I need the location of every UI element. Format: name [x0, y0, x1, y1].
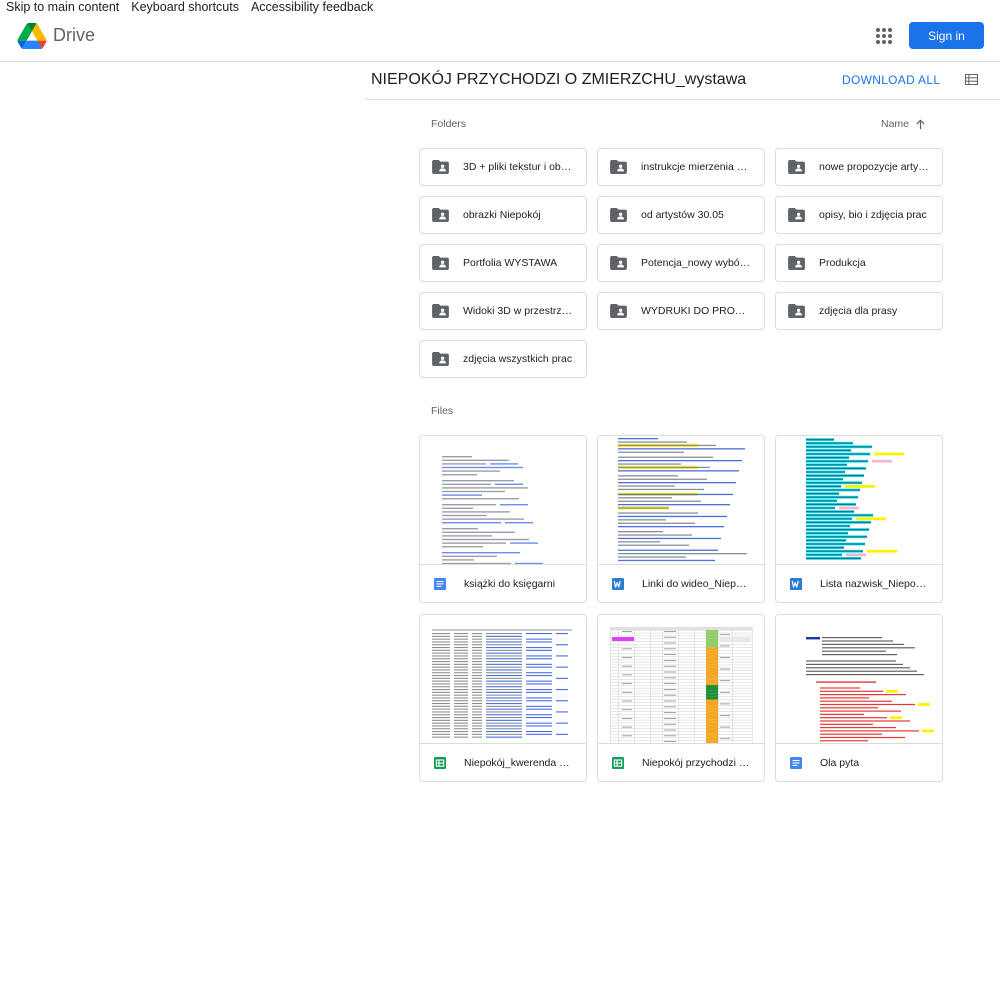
file-grid: książki do księgarni Linki do wideo_Niepo…: [419, 435, 946, 782]
folders-section-label: Folders: [431, 118, 467, 130]
file-card[interactable]: książki do księgarni: [419, 435, 587, 603]
list-view-icon[interactable]: [965, 74, 978, 85]
file-thumbnail: [598, 615, 764, 744]
folder-card[interactable]: WYDRUKI DO PRODUKCJI: [597, 292, 765, 330]
google-docs-icon: [790, 757, 802, 769]
folder-name: Potencja_nowy wybór prac: [641, 257, 752, 269]
shared-folder-icon: [432, 352, 449, 366]
word-icon: [612, 578, 624, 590]
accessibility-feedback-link[interactable]: Accessibility feedback: [251, 0, 373, 14]
folder-grid: 3D + pliki tekstur i obrazków instrukcje …: [419, 148, 946, 378]
shared-folder-icon: [788, 256, 805, 270]
skip-to-main-link[interactable]: Skip to main content: [6, 0, 119, 14]
folder-name: zdjęcia wszystkich prac: [463, 353, 573, 365]
word-icon: [790, 578, 802, 590]
file-preview-image: [618, 438, 747, 562]
file-footer: Niepokój_kwerenda 2022: [420, 744, 586, 781]
skip-links: Skip to main content Keyboard shortcuts …: [6, 0, 373, 14]
folder-name: WYDRUKI DO PRODUKCJI: [641, 305, 752, 317]
folder-name: Produkcja: [819, 257, 866, 269]
files-section-label: Files: [431, 405, 454, 417]
shared-folder-icon: [432, 304, 449, 318]
shared-folder-icon: [432, 256, 449, 270]
folder-title: NIEPOKÓJ PRZYCHODZI O ZMIERZCHU_wystawa: [371, 71, 747, 88]
sign-in-button[interactable]: Sign in: [909, 22, 984, 49]
drive-logo-icon[interactable]: [17, 23, 47, 49]
file-name: Linki do wideo_Niepokój: [642, 578, 750, 590]
folder-name: 3D + pliki tekstur i obrazków: [463, 161, 574, 173]
file-thumbnail: [776, 615, 942, 744]
file-thumbnail: [420, 436, 586, 565]
shared-folder-icon: [432, 208, 449, 222]
file-preview-image: [610, 627, 753, 743]
folder-name: Portfolia WYSTAWA: [463, 257, 558, 269]
file-name: książki do księgarni: [464, 578, 556, 590]
file-thumbnail: [598, 436, 764, 565]
folder-name: nowe propozycje artystów: [819, 161, 930, 173]
file-name: Ola pyta: [820, 757, 860, 769]
shared-folder-icon: [788, 304, 805, 318]
folder-card[interactable]: zdjęcia dla prasy: [775, 292, 943, 330]
file-card[interactable]: Linki do wideo_Niepokój: [597, 435, 765, 603]
shared-folder-icon: [610, 304, 627, 318]
folder-card[interactable]: od artystów 30.05: [597, 196, 765, 234]
google-sheets-icon: [612, 757, 624, 769]
file-footer: Ola pyta: [776, 744, 942, 781]
file-preview-image: [432, 629, 572, 738]
folder-name: zdjęcia dla prasy: [819, 305, 898, 317]
file-thumbnail: [420, 615, 586, 744]
folder-name: opisy, bio i zdjęcia prac: [819, 209, 927, 221]
file-footer: Niepokój przychodzi o zmierzchu: [598, 744, 764, 781]
file-footer: Linki do wideo_Niepokój: [598, 565, 764, 602]
folder-card[interactable]: zdjęcia wszystkich prac: [419, 340, 587, 378]
google-apps-icon[interactable]: [876, 28, 892, 44]
folder-name: od artystów 30.05: [641, 209, 724, 221]
arrow-up-icon: [916, 119, 925, 129]
folder-card[interactable]: opisy, bio i zdjęcia prac: [775, 196, 943, 234]
file-footer: książki do księgarni: [420, 565, 586, 602]
folder-card[interactable]: Produkcja: [775, 244, 943, 282]
file-name: Niepokój_kwerenda 2022: [464, 757, 572, 769]
file-card[interactable]: Lista nazwisk_Niepokój: [775, 435, 943, 603]
folder-name: instrukcje mierzenia kroków: [641, 161, 752, 173]
shared-folder-icon: [788, 160, 805, 174]
file-name: Lista nazwisk_Niepokój: [820, 578, 928, 590]
file-preview-image: [806, 637, 934, 743]
download-all-button[interactable]: DOWNLOAD ALL: [842, 73, 940, 87]
file-preview-image: [806, 438, 904, 560]
folder-card[interactable]: Potencja_nowy wybór prac: [597, 244, 765, 282]
folder-card[interactable]: instrukcje mierzenia kroków: [597, 148, 765, 186]
shared-folder-icon: [432, 160, 449, 174]
shared-folder-icon: [788, 208, 805, 222]
file-card[interactable]: Ola pyta: [775, 614, 943, 782]
sort-label: Name: [881, 118, 910, 130]
file-card[interactable]: Niepokój_kwerenda 2022: [419, 614, 587, 782]
folder-name: Widoki 3D w przestrzeni: [463, 305, 574, 317]
sort-by-name-button[interactable]: Name: [881, 118, 926, 130]
file-name: Niepokój przychodzi o zmierzchu: [642, 757, 750, 769]
brand-name: Drive: [53, 25, 96, 45]
file-footer: Lista nazwisk_Niepokój: [776, 565, 942, 602]
shared-folder-icon: [610, 256, 627, 270]
folder-card[interactable]: Widoki 3D w przestrzeni: [419, 292, 587, 330]
folder-card[interactable]: Portfolia WYSTAWA: [419, 244, 587, 282]
file-preview-image: [442, 456, 543, 564]
folder-card[interactable]: 3D + pliki tekstur i obrazków: [419, 148, 587, 186]
google-docs-icon: [434, 578, 446, 590]
shared-folder-icon: [610, 160, 627, 174]
keyboard-shortcuts-link[interactable]: Keyboard shortcuts: [131, 0, 239, 14]
file-card[interactable]: Niepokój przychodzi o zmierzchu: [597, 614, 765, 782]
folder-title-bar: NIEPOKÓJ PRZYCHODZI O ZMIERZCHU_wystawa …: [365, 62, 1000, 100]
shared-folder-icon: [610, 208, 627, 222]
folder-card[interactable]: obrazki Niepokój: [419, 196, 587, 234]
file-thumbnail: [776, 436, 942, 565]
folder-card[interactable]: nowe propozycje artystów: [775, 148, 943, 186]
folder-name: obrazki Niepokój: [463, 209, 541, 221]
top-bar: Drive Sign in: [0, 14, 1000, 62]
google-sheets-icon: [434, 757, 446, 769]
